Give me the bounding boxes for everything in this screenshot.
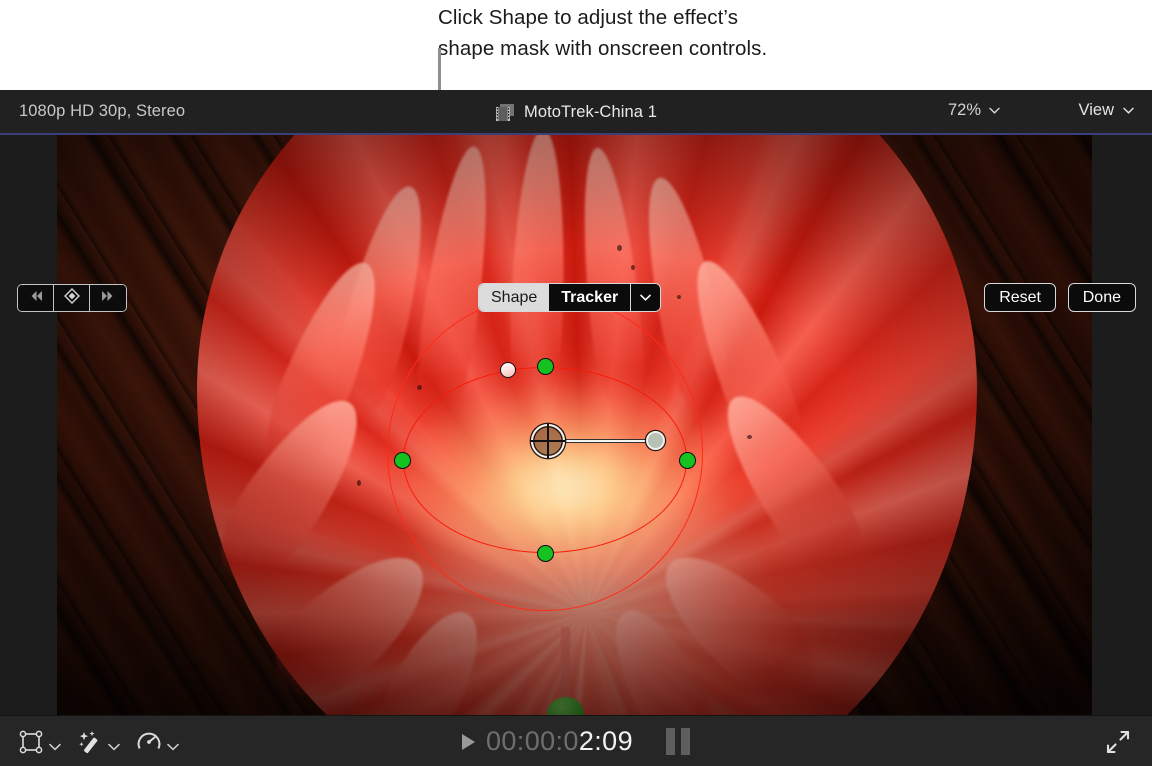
play-icon	[461, 733, 475, 750]
toolbar-right-group	[1106, 716, 1130, 766]
shape-handle-right[interactable]	[679, 452, 696, 469]
chevron-down-icon	[640, 294, 652, 301]
playhead-timecode[interactable]: 00:00:02:09	[486, 726, 633, 757]
transform-crop-icon[interactable]	[18, 729, 44, 755]
view-menu[interactable]: View	[1079, 101, 1134, 120]
transform-tool-item	[18, 729, 74, 755]
previous-keyframe-icon	[27, 289, 45, 308]
keyframe-navigation-group	[17, 284, 127, 312]
toolbar-tools-group	[18, 716, 192, 766]
reset-button[interactable]: Reset	[984, 283, 1056, 312]
add-keyframe-icon	[63, 287, 81, 310]
done-button[interactable]: Done	[1067, 283, 1136, 312]
viewer-toolbar: 00:00:02:09	[0, 715, 1152, 766]
chevron-down-icon[interactable]	[49, 738, 61, 751]
clip-title: MotoTrek-China 1	[523, 102, 658, 121]
shape-handle-left[interactable]	[394, 452, 411, 469]
chevron-down-icon[interactable]	[108, 738, 120, 751]
tracker-mode-button[interactable]: Tracker	[549, 284, 631, 311]
timecode-leading: 00:00:0	[485, 726, 579, 756]
shape-center-crosshair-vertical	[547, 424, 550, 458]
viewer-titlebar: 1080p HD 30p, Stereo MotoTrek-China 1 72…	[0, 90, 1152, 135]
zoom-level-value: 72%	[947, 101, 981, 119]
add-keyframe-button[interactable]	[54, 285, 90, 311]
shape-handle-bottom[interactable]	[537, 545, 554, 562]
shape-tracker-segmented-control: Shape Tracker	[478, 283, 662, 312]
viewer-window: 1080p HD 30p, Stereo MotoTrek-China 1 72…	[0, 90, 1152, 766]
chevron-down-icon[interactable]	[167, 738, 179, 751]
chevron-down-icon	[989, 107, 1000, 114]
chevron-down-icon	[1123, 107, 1134, 114]
enhance-wand-icon[interactable]	[77, 729, 103, 755]
timecode-active: 2:09	[578, 726, 634, 756]
retime-speedometer-icon[interactable]	[136, 729, 162, 755]
retime-tool-item	[136, 729, 192, 755]
pause-bars-icon	[666, 728, 691, 755]
callout-text: Click Shape to adjust the effect’s shape…	[438, 6, 768, 60]
mode-options-button[interactable]	[630, 284, 661, 311]
shape-handle-top[interactable]	[537, 358, 554, 375]
video-frame	[57, 135, 1092, 715]
film-clip-icon	[495, 103, 515, 122]
video-display-area: Shape Tracker Reset Done	[0, 135, 1152, 715]
view-menu-label: View	[1078, 101, 1114, 119]
shape-falloff-connector	[563, 439, 651, 443]
shape-falloff-handle[interactable]	[646, 431, 665, 450]
next-keyframe-button[interactable]	[90, 285, 126, 311]
zoom-level-menu[interactable]: 72%	[948, 101, 1000, 120]
shape-mask-inner-ring[interactable]	[403, 367, 687, 553]
clip-format-label: 1080p HD 30p, Stereo	[19, 102, 186, 120]
next-keyframe-icon	[99, 289, 117, 308]
enhance-tool-item	[77, 729, 133, 755]
shape-rotation-handle[interactable]	[500, 362, 516, 378]
shape-mode-button[interactable]: Shape	[479, 284, 550, 311]
screenshot-root: Click Shape to adjust the effect’s shape…	[0, 0, 1152, 766]
expand-fullscreen-icon[interactable]	[1106, 730, 1130, 754]
previous-keyframe-button[interactable]	[18, 285, 54, 311]
onscreen-shape-controls	[57, 135, 1092, 715]
